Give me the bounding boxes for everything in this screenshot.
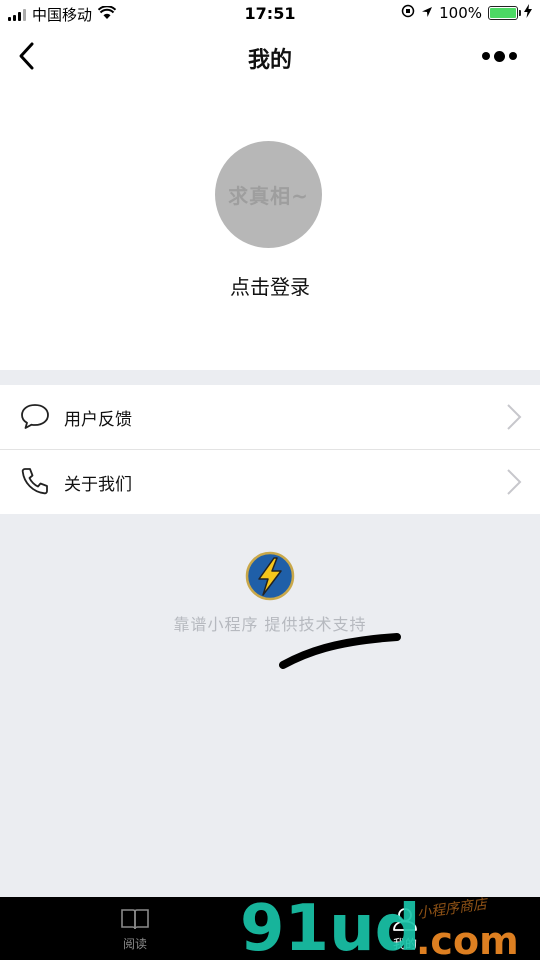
chevron-right-icon: [507, 469, 522, 495]
login-link[interactable]: 点击登录: [0, 271, 540, 300]
menu-item-feedback[interactable]: 用户反馈: [0, 385, 540, 449]
avatar[interactable]: 求真相~: [215, 141, 322, 248]
watermark-logo: 91ud .com 小程序商店: [240, 892, 519, 960]
charging-icon: [524, 4, 532, 22]
menu-list: 用户反馈 关于我们: [0, 385, 540, 514]
menu-item-label: 关于我们: [64, 474, 132, 495]
phone-icon: [21, 468, 48, 495]
lightning-icon: [245, 551, 295, 601]
tab-read[interactable]: 阅读: [105, 907, 165, 952]
battery-percent: 100%: [439, 4, 482, 22]
status-right: 100%: [401, 4, 532, 22]
nav-bar: 我的: [0, 28, 540, 84]
chat-bubble-icon: [21, 404, 49, 429]
menu-item-label: 用户反馈: [64, 409, 132, 430]
orientation-lock-icon: [401, 4, 415, 22]
location-icon: [421, 4, 433, 22]
battery-icon: [488, 6, 521, 20]
book-icon: [121, 909, 149, 930]
pen-scribble: [279, 633, 401, 669]
status-bar: 中国移动 17:51 100%: [0, 0, 540, 28]
more-dots-icon: [482, 52, 490, 60]
page-title: 我的: [247, 48, 292, 73]
brand-credit: 靠谱小程序 提供技术支持: [173, 615, 367, 634]
svg-text:91ud: 91ud: [240, 892, 420, 960]
more-button[interactable]: [482, 46, 522, 66]
profile-section: 求真相~ 点击登录: [0, 84, 540, 370]
menu-item-about[interactable]: 关于我们: [0, 449, 540, 514]
chevron-right-icon: [507, 404, 522, 430]
battery-fill: [490, 8, 516, 18]
svg-text:.com: .com: [416, 919, 519, 960]
tab-label: 阅读: [122, 937, 147, 951]
